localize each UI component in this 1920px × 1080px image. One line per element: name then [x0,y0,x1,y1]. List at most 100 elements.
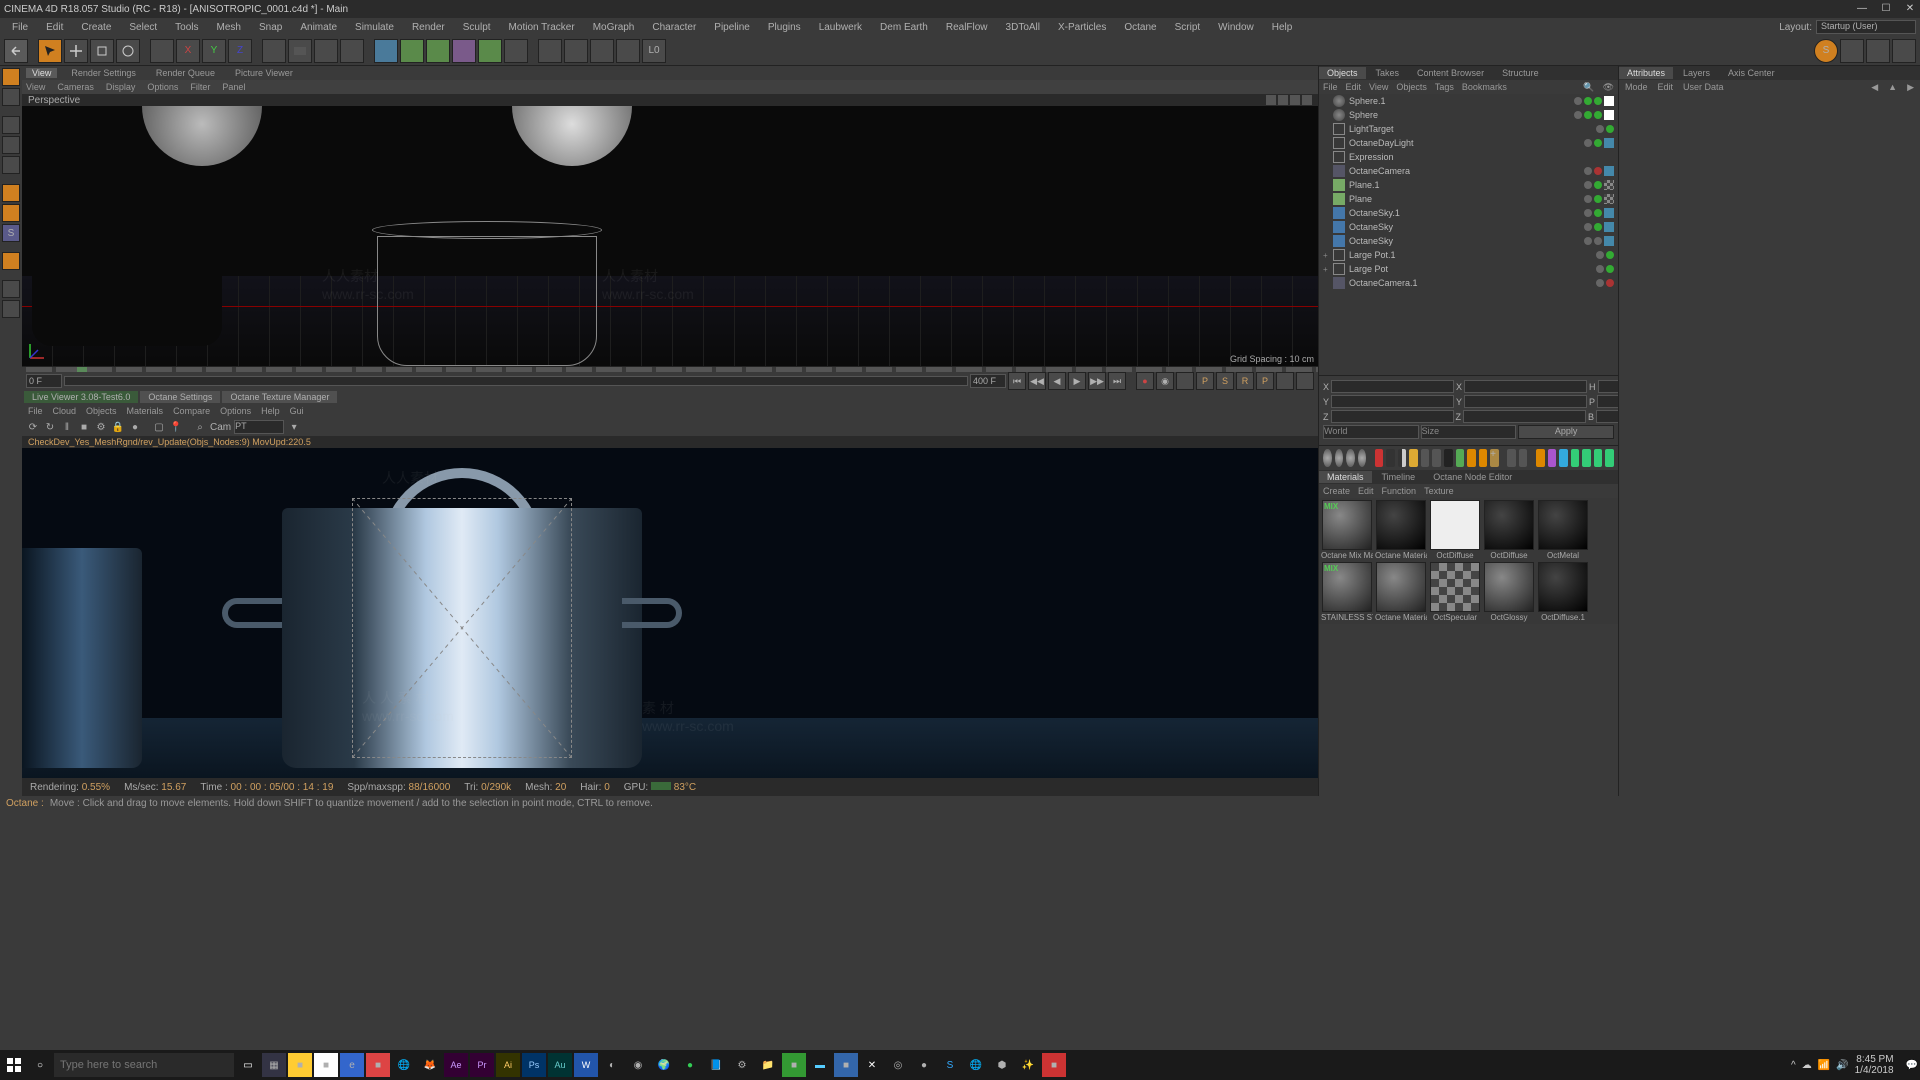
tab-objects[interactable]: Objects [1319,67,1366,79]
lv-cam-select[interactable]: PT [234,420,284,434]
obj-eye-icon[interactable]: 👁 [1603,82,1614,93]
menu-simulate[interactable]: Simulate [347,20,402,35]
mat-oct-1[interactable] [1536,449,1545,467]
size-y[interactable] [1464,395,1587,408]
menu-xparticles[interactable]: X-Particles [1050,20,1114,35]
menu-octane[interactable]: Octane [1116,20,1164,35]
task-chrome[interactable]: 🌐 [392,1053,416,1077]
object-row[interactable]: Sphere.1 [1319,94,1618,108]
tag-gr[interactable] [1596,265,1604,273]
task-app-x[interactable]: ◉ [626,1053,650,1077]
mat-tool-b[interactable] [1386,449,1395,467]
lv-menu-materials[interactable]: Materials [127,406,164,416]
tray-onedrive-icon[interactable]: ☁ [1802,1060,1812,1071]
expand-icon[interactable]: + [1323,265,1333,274]
materials-grid[interactable]: Octane Mix MaterialOctane Material OctDif… [1319,498,1618,624]
tag-gr[interactable] [1596,251,1604,259]
tag-gr[interactable] [1584,167,1592,175]
add-null[interactable] [564,39,588,63]
tray-notifications-icon[interactable]: 💬 [1906,1060,1918,1071]
material-item[interactable]: Octane Material [1375,500,1427,560]
tag-g[interactable] [1594,139,1602,147]
object-row[interactable]: Sphere [1319,108,1618,122]
render-view-button[interactable] [288,39,312,63]
tag-g[interactable] [1606,125,1614,133]
attr-up-icon[interactable]: ▲ [1888,82,1897,92]
mat-down-icon[interactable] [1479,449,1488,467]
mat-split-icon[interactable] [1398,449,1407,467]
tag-chk[interactable] [1604,180,1614,190]
mat-up-icon[interactable] [1467,449,1476,467]
obj-menu-objects[interactable]: Objects [1396,82,1427,92]
tag-gr[interactable] [1574,97,1582,105]
add-camera[interactable] [504,39,528,63]
menu-3dtoall[interactable]: 3DToAll [998,20,1048,35]
tray-volume-icon[interactable]: 🔊 [1836,1060,1848,1071]
task-app-a8[interactable]: ● [912,1053,936,1077]
obj-search-icon[interactable]: 🔍 [1583,82,1594,93]
menu-realflow[interactable]: RealFlow [938,20,996,35]
menu-dem-earth[interactable]: Dem Earth [872,20,936,35]
goto-next-key[interactable]: ▶▶ [1088,372,1106,390]
tag-chk[interactable] [1604,194,1614,204]
undo-button[interactable] [4,39,28,63]
task-spotify[interactable]: ● [678,1053,702,1077]
point-mode[interactable] [2,116,20,134]
menu-create[interactable]: Create [73,20,119,35]
obj-menu-bookmarks[interactable]: Bookmarks [1462,82,1507,92]
pos-z[interactable] [1331,410,1454,423]
coord-system[interactable] [262,39,286,63]
task-app-a6[interactable]: ✕ [860,1053,884,1077]
mat-refresh-icon[interactable] [1456,449,1465,467]
timeline-ruler[interactable] [22,366,1318,372]
object-row[interactable]: +Large Pot [1319,262,1618,276]
material-item[interactable]: Octane Mix Material [1321,500,1373,560]
key-param[interactable]: P [1256,372,1274,390]
attr-menu-userdata[interactable]: User Data [1683,82,1724,92]
task-ae[interactable]: Ae [444,1053,468,1077]
snap-icon[interactable]: S [2,224,20,242]
material-item[interactable]: STAINLESS STEEL [1321,562,1373,622]
key-rot[interactable]: R [1236,372,1254,390]
tray-clock[interactable]: 8:45 PM 1/4/2018 [1855,1054,1900,1076]
material-item[interactable]: OctDiffuse [1483,500,1535,560]
vp-nav-3[interactable] [1290,95,1300,105]
task-firefox[interactable]: 🦊 [418,1053,442,1077]
add-generator[interactable] [426,39,450,63]
tab-render-queue[interactable]: Render Queue [150,68,221,78]
vp-nav-2[interactable] [1278,95,1288,105]
lv-pause-icon[interactable]: ‖ [60,420,74,434]
material-item[interactable]: OctMetal [1537,500,1589,560]
task-app-a3[interactable]: ■ [782,1053,806,1077]
obj-menu-view[interactable]: View [1369,82,1388,92]
menu-motion-tracker[interactable]: Motion Tracker [501,20,583,35]
tag-gr[interactable] [1584,223,1592,231]
obj-menu-tags[interactable]: Tags [1435,82,1454,92]
add-spline[interactable] [400,39,424,63]
tag-g[interactable] [1594,181,1602,189]
render-region-button[interactable] [314,39,338,63]
vp-menu-options[interactable]: Options [147,82,178,92]
tag-r[interactable] [1606,279,1614,287]
tray-wifi-icon[interactable]: 📶 [1818,1060,1830,1071]
tag-gr[interactable] [1584,237,1592,245]
tab-takes[interactable]: Takes [1368,67,1408,79]
mat-sphere-4[interactable] [1358,449,1367,467]
mat-sphere-1[interactable] [1323,449,1332,467]
play-back[interactable]: ◀ [1048,372,1066,390]
mat-sphere-2[interactable] [1335,449,1344,467]
x-axis-lock[interactable]: X [176,39,200,63]
menu-render[interactable]: Render [404,20,453,35]
mat-oct-7[interactable] [1605,449,1614,467]
material-item[interactable]: OctGlossy [1483,562,1535,622]
menu-plugins[interactable]: Plugins [760,20,809,35]
tag-gr[interactable] [1584,181,1592,189]
task-c4d-icon[interactable]: ◐ [600,1053,624,1077]
goto-start[interactable]: ⏮ [1008,372,1026,390]
lv-menu-objects[interactable]: Objects [86,406,117,416]
task-view-icon[interactable]: ▭ [236,1053,260,1077]
mat-menu-edit[interactable]: Edit [1358,486,1374,496]
start-button[interactable] [2,1053,26,1077]
menu-mesh[interactable]: Mesh [209,20,249,35]
tag-g[interactable] [1594,97,1602,105]
